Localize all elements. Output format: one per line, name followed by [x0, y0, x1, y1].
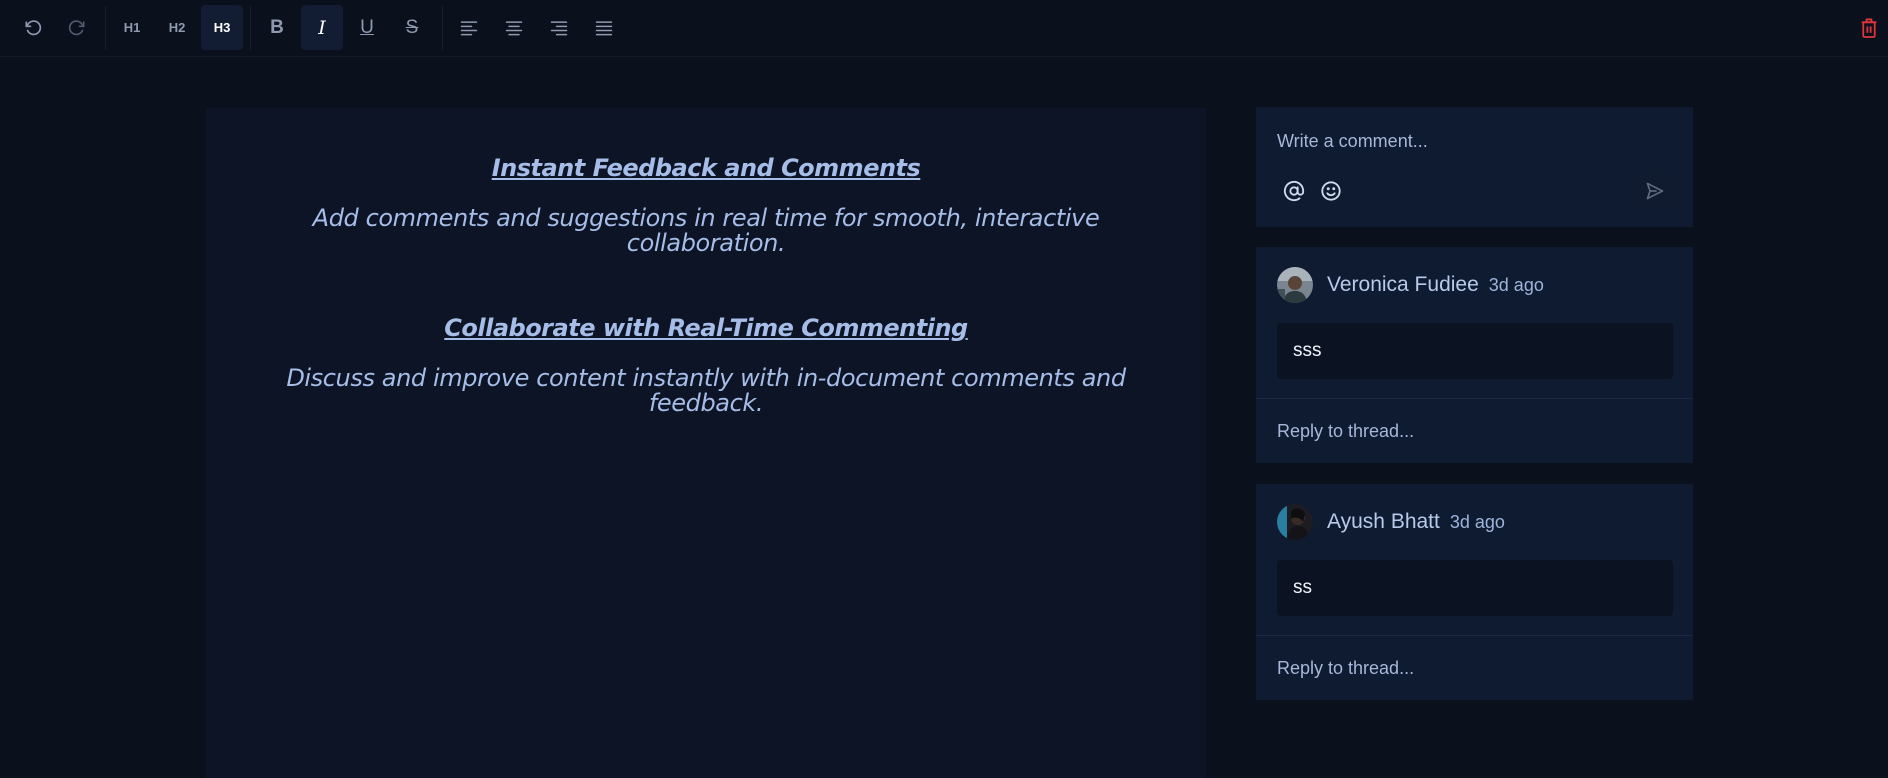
- align-left-button[interactable]: [448, 5, 490, 50]
- send-icon: [1646, 182, 1664, 200]
- align-justify-button[interactable]: [583, 5, 625, 50]
- comment-body: ss: [1277, 560, 1673, 616]
- heading-1-button[interactable]: H1: [111, 5, 153, 50]
- reply-input[interactable]: Reply to thread...: [1277, 421, 1414, 442]
- trash-icon: [1861, 18, 1877, 38]
- comment-time: 3d ago: [1488, 274, 1544, 295]
- comment-thread: Ayush Bhatt 3d ago ss Reply to thread...: [1256, 484, 1693, 700]
- bold-label: B: [270, 16, 284, 38]
- comment-input[interactable]: Write a comment...: [1277, 131, 1667, 152]
- section-heading: Collaborate with Real-Time Commenting: [444, 314, 968, 342]
- send-comment-button[interactable]: [1636, 173, 1674, 209]
- comment-composer: Write a comment...: [1256, 107, 1693, 227]
- heading-3-label: H3: [213, 20, 231, 35]
- toolbar-divider: [250, 6, 251, 50]
- heading-2-button[interactable]: H2: [156, 5, 198, 50]
- strikethrough-label: S: [405, 16, 419, 38]
- reply-input[interactable]: Reply to thread...: [1277, 658, 1414, 679]
- editor-toolbar: H1 H2 H3 B I U S: [0, 0, 1888, 57]
- thread-header: Ayush Bhatt 3d ago: [1277, 504, 1505, 540]
- heading-3-button[interactable]: H3: [201, 5, 243, 50]
- thread-divider: [1256, 635, 1693, 636]
- section-body: Discuss and improve content instantly wi…: [286, 364, 1126, 417]
- align-right-button[interactable]: [538, 5, 580, 50]
- mention-button[interactable]: [1281, 178, 1307, 204]
- italic-label: I: [318, 16, 326, 39]
- undo-button[interactable]: [12, 5, 54, 50]
- thread-header: Veronica Fudiee 3d ago: [1277, 267, 1544, 303]
- align-center-button[interactable]: [493, 5, 535, 50]
- comment-author: Ayush Bhatt: [1327, 510, 1440, 533]
- redo-icon: [68, 19, 85, 35]
- bold-button[interactable]: B: [256, 5, 298, 50]
- italic-button[interactable]: I: [301, 5, 343, 50]
- align-right-icon: [550, 20, 568, 35]
- smiley-icon: [1321, 181, 1341, 201]
- align-left-icon: [460, 20, 478, 35]
- underline-label: U: [360, 16, 374, 38]
- align-center-icon: [505, 20, 523, 35]
- undo-icon: [25, 19, 42, 35]
- at-sign-icon: [1283, 180, 1305, 202]
- avatar-image: [1277, 267, 1313, 303]
- section-body: Add comments and suggestions in real tim…: [312, 204, 1100, 257]
- underline-button[interactable]: U: [346, 5, 388, 50]
- align-justify-icon: [595, 20, 613, 35]
- comment-thread: Veronica Fudiee 3d ago sss Reply to thre…: [1256, 247, 1693, 463]
- strikethrough-button[interactable]: S: [391, 5, 433, 50]
- thread-divider: [1256, 398, 1693, 399]
- heading-2-label: H2: [168, 20, 186, 35]
- section-heading: Instant Feedback and Comments: [491, 154, 921, 182]
- avatar-image: [1277, 504, 1313, 540]
- avatar[interactable]: [1277, 267, 1313, 303]
- document-editor[interactable]: Instant Feedback and Comments Add commen…: [206, 108, 1206, 778]
- comment-author: Veronica Fudiee: [1327, 273, 1479, 296]
- comment-time: 3d ago: [1449, 511, 1505, 532]
- emoji-button[interactable]: [1318, 178, 1344, 204]
- heading-1-label: H1: [123, 20, 141, 35]
- comment-body: sss: [1277, 323, 1673, 379]
- avatar[interactable]: [1277, 504, 1313, 540]
- toolbar-divider: [105, 6, 106, 50]
- toolbar-divider: [442, 6, 443, 50]
- redo-button[interactable]: [56, 5, 98, 50]
- delete-button[interactable]: [1858, 15, 1880, 41]
